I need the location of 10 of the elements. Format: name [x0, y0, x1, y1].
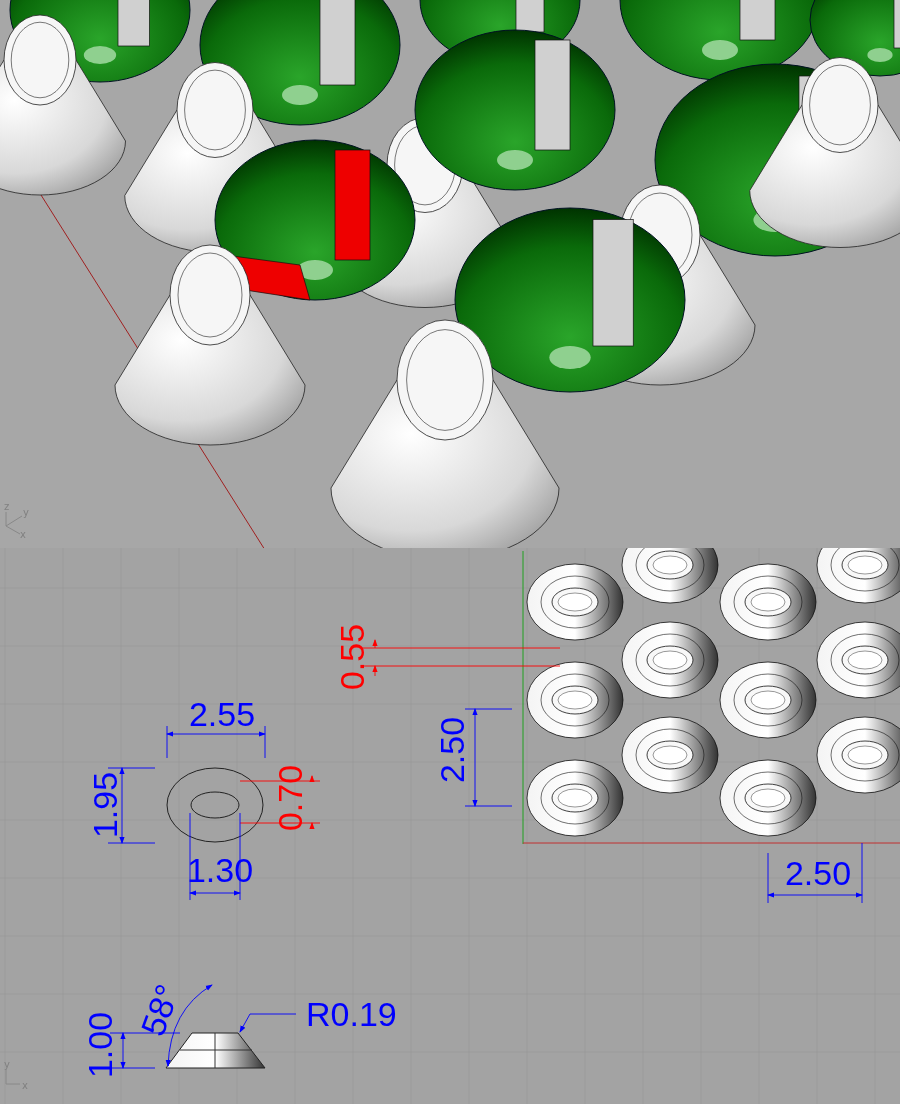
dimension-text: 2.50: [433, 716, 471, 784]
dimension-text: R0.19: [306, 995, 397, 1033]
dimension-text: 2.50: [784, 854, 852, 892]
dimension-text: 2.55: [188, 695, 256, 733]
dimension-text: 1.00: [81, 1011, 119, 1079]
dimension-text: 1.30: [186, 851, 254, 889]
dimension-text: 1.95: [86, 771, 124, 839]
dimension-text: 58°: [133, 979, 187, 1041]
dimension-text: 0.55: [333, 623, 371, 691]
dimension-text: 0.70: [271, 764, 309, 832]
